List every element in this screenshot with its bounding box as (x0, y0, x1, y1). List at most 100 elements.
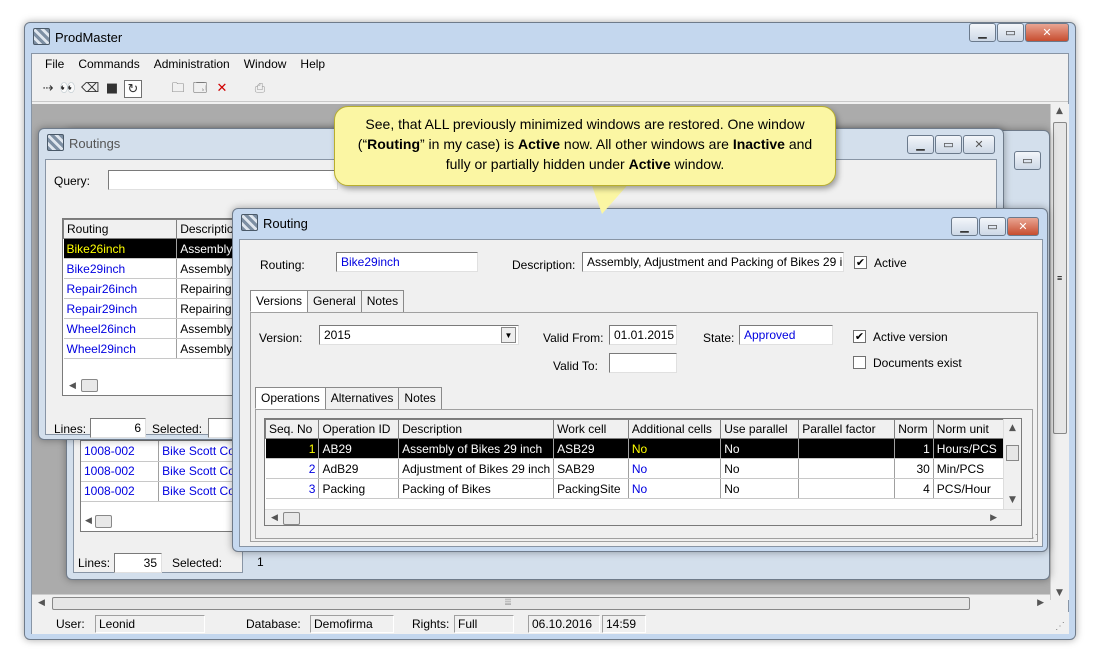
routings-grid[interactable]: RoutingDescription Bike26inchAssembly, A… (62, 218, 238, 396)
eraser-icon[interactable]: ⌫ (80, 79, 100, 99)
back-scroll-left-icon[interactable]: ◀ (85, 516, 92, 526)
col-seq-no[interactable]: Seq. No (265, 419, 320, 439)
routing-maximize-button[interactable]: ▭ (979, 217, 1006, 236)
tab-operations[interactable]: Operations (255, 387, 326, 409)
back-restore-button[interactable]: ▭ (1014, 151, 1041, 170)
query-input[interactable] (108, 170, 338, 190)
menu-window[interactable]: Window (237, 54, 294, 74)
tab-notes[interactable]: Notes (360, 290, 405, 312)
table-row[interactable]: 1008-002 Bike Scott Cont (81, 461, 244, 482)
time-value: 14:59 (602, 615, 646, 633)
valid-from-label: Valid From: (543, 331, 604, 345)
maximize-button[interactable]: ▭ (997, 23, 1024, 42)
ops-hscroll[interactable]: ◀ ▶ (265, 509, 1021, 525)
new-folder-icon[interactable]: 🗀 (168, 79, 188, 99)
routings-hscroll-thumb[interactable] (81, 379, 98, 392)
col-operation-id[interactable]: Operation ID (318, 419, 400, 439)
stop-icon[interactable]: ■ (102, 79, 122, 99)
tab-general[interactable]: General (307, 290, 362, 312)
scroll-right-icon[interactable]: ▶ (1037, 598, 1044, 608)
ops-vscroll-thumb[interactable] (1006, 445, 1019, 461)
table-row[interactable]: Bike29inchAssembly, A (63, 258, 238, 279)
back-hscroll-thumb[interactable] (95, 515, 112, 528)
ops-scroll-down-icon[interactable]: ▼ (1009, 495, 1016, 505)
col-use-parallel[interactable]: Use parallel (720, 419, 800, 439)
col-description[interactable]: Description (398, 419, 555, 439)
table-row[interactable]: 1 AB29 Assembly of Bikes 29 inch ASB29 N… (265, 438, 1006, 459)
resize-grip-icon[interactable]: ⋰ (1055, 621, 1065, 632)
valid-to-label: Valid To: (553, 359, 598, 373)
refresh-icon[interactable]: ↻ (124, 80, 142, 98)
minimize-button[interactable]: ▁ (969, 23, 996, 42)
col-work-cell[interactable]: Work cell (553, 419, 629, 439)
ops-scroll-left-icon[interactable]: ◀ (271, 513, 278, 523)
main-titlebar[interactable]: ProdMaster ▁ ▭ ✕ (25, 23, 1075, 51)
table-row[interactable]: Repair26inch Repairing o (63, 278, 238, 299)
tab-inner-notes[interactable]: Notes (398, 387, 442, 409)
col-norm-unit[interactable]: Norm unit (932, 419, 1006, 439)
menu-file[interactable]: File (38, 54, 71, 74)
table-row[interactable]: Wheel26inch Assembly a (63, 318, 238, 339)
valid-from-field[interactable]: 01.01.2015 (609, 325, 677, 345)
tab-alternatives[interactable]: Alternatives (324, 387, 400, 409)
valid-to-field[interactable] (609, 353, 677, 373)
col-additional-cells[interactable]: Additional cells (627, 419, 722, 439)
routing-titlebar[interactable]: Routing ▁ ▭ ✕ (233, 209, 1047, 237)
tab-versions[interactable]: Versions (250, 290, 309, 312)
routing-minimize-button[interactable]: ▁ (951, 217, 978, 236)
routing-resize-grip-icon[interactable]: ⋰ (1028, 533, 1038, 544)
operations-grid[interactable]: Seq. No Operation ID Description Work ce… (264, 418, 1022, 526)
table-row[interactable]: 3 Packing Packing of Bikes PackingSite N… (265, 478, 1006, 499)
ops-vscroll[interactable]: ▲ ▼ (1003, 419, 1021, 509)
col-norm[interactable]: Norm (894, 419, 934, 439)
mdi-vscroll[interactable]: ▲ ≡ ▼ (1050, 104, 1069, 600)
hscroll-thumb[interactable]: ⦙⦙⦙ (52, 597, 970, 610)
menu-help[interactable]: Help (293, 54, 332, 74)
active-version-checkbox[interactable]: ✔ (853, 330, 866, 343)
table-row[interactable]: Repair29inch Repairing o (63, 298, 238, 319)
vscroll-thumb[interactable]: ≡ (1053, 122, 1067, 434)
menu-administration[interactable]: Administration (147, 54, 237, 74)
col-description[interactable]: Description (176, 219, 238, 239)
documents-exist-checkbox[interactable] (853, 356, 866, 369)
scroll-left-icon[interactable]: ◀ (38, 598, 45, 608)
state-field[interactable]: Approved (739, 325, 833, 345)
routings-close-button[interactable]: ✕ (963, 135, 995, 154)
ops-scroll-up-icon[interactable]: ▲ (1009, 423, 1016, 433)
binoculars-icon[interactable]: 👀 (58, 79, 78, 99)
table-row[interactable]: 1008-002 Bike Scott Cont (81, 481, 244, 502)
database-label: Database: (246, 617, 301, 631)
back-selected-label: Selected: (172, 556, 223, 570)
menu-commands[interactable]: Commands (71, 54, 146, 74)
table-row[interactable]: 1008-002 Bike Scott Cont (81, 441, 244, 462)
routings-scroll-left-icon[interactable]: ◀ (69, 381, 76, 391)
add-arrow-icon[interactable]: ⇢ (38, 79, 58, 99)
window-icon[interactable]: 🗔 (190, 79, 210, 99)
scroll-down-icon[interactable]: ▼ (1056, 588, 1063, 598)
chevron-down-icon[interactable]: ▼ (501, 327, 516, 343)
table-row[interactable]: 2 AdB29 Adjustment of Bikes 29 inch SAB2… (265, 458, 1006, 479)
print-icon[interactable]: ⎙ (250, 79, 270, 99)
routing-close-button[interactable]: ✕ (1007, 217, 1039, 236)
col-routing[interactable]: Routing (63, 219, 178, 239)
col-parallel-factor[interactable]: Parallel factor (798, 419, 896, 439)
scroll-up-icon[interactable]: ▲ (1056, 106, 1063, 116)
ops-scroll-right-icon[interactable]: ▶ (990, 513, 997, 523)
back-lines-value: 35 (114, 553, 162, 573)
operations-panel: Seq. No Operation ID Description Work ce… (255, 409, 1033, 539)
ops-hscroll-thumb[interactable] (283, 512, 300, 525)
description-field[interactable]: Assembly, Adjustment and Packing of Bike… (582, 252, 844, 272)
table-row[interactable]: Bike26inchAssembly, A (63, 238, 238, 259)
routing-field[interactable]: Bike29inch (336, 252, 478, 272)
routings-maximize-button[interactable]: ▭ (935, 135, 962, 154)
delete-icon[interactable]: ✕ (212, 79, 232, 99)
rights-label: Rights: (412, 617, 450, 631)
statusbar: User: Leonid Database: Demofirma Rights:… (32, 612, 1069, 634)
close-button[interactable]: ✕ (1025, 23, 1069, 42)
version-select[interactable]: 2015 ▼ (319, 325, 519, 345)
table-row[interactable]: Wheel29inch Assembly a (63, 338, 238, 359)
active-checkbox[interactable]: ✔ (854, 256, 867, 269)
mdi-hscroll[interactable]: ◀ ⦙⦙⦙ ▶ (32, 594, 1050, 612)
back-grid[interactable]: 1008-002 Bike Scott Cont 1008-002 Bike Sco… (80, 440, 244, 532)
routings-minimize-button[interactable]: ▁ (907, 135, 934, 154)
